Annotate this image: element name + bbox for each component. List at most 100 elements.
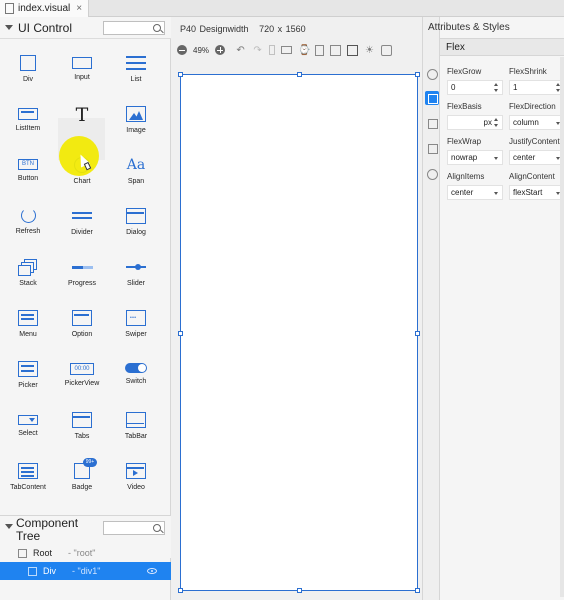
resize-handle[interactable] <box>178 588 183 593</box>
video-icon <box>126 463 146 479</box>
flex-layout-icon[interactable] <box>425 91 439 105</box>
zoom-in-icon[interactable] <box>215 45 226 55</box>
widget-list[interactable]: List <box>111 49 161 99</box>
widget-refresh[interactable]: Refresh <box>3 202 53 252</box>
swiper-icon <box>126 310 146 326</box>
tree-row-div[interactable]: Div - "div1" <box>0 562 171 580</box>
attributes-title: Attributes & Styles <box>428 22 510 33</box>
flexshrink-input[interactable]: 1 <box>509 80 564 95</box>
prop-label: FlexShrink <box>509 67 547 76</box>
widget-stack[interactable]: Stack <box>3 253 53 303</box>
control-search-input[interactable] <box>103 21 165 35</box>
widget-swiper[interactable]: Swiper <box>111 304 161 354</box>
widget-span[interactable]: Aa Span <box>111 151 161 201</box>
canvas-toolbar: 49% ↶ ↷ ⌚ ☀ <box>171 41 436 59</box>
alignitems-select[interactable]: center <box>447 185 503 200</box>
layers-icon[interactable] <box>330 44 342 56</box>
box-model-icon[interactable] <box>425 141 439 155</box>
input-icon <box>72 57 92 69</box>
widget-label: PickerView <box>64 380 100 387</box>
widget-progress[interactable]: Progress <box>57 253 107 303</box>
screenshot-icon[interactable] <box>381 44 393 56</box>
text-icon: T <box>75 104 89 126</box>
widget-label: Chart <box>73 178 91 185</box>
widget-label: Divider <box>71 229 93 236</box>
spinner-icon[interactable] <box>494 118 499 127</box>
widget-badge[interactable]: 99+ Badge <box>57 457 107 507</box>
style-icon[interactable] <box>425 116 439 130</box>
device-canvas[interactable] <box>178 72 420 593</box>
widget-select[interactable]: Select <box>3 406 53 456</box>
widget-option[interactable]: Option <box>57 304 107 354</box>
widget-listitem[interactable]: ListItem <box>3 100 53 150</box>
progress-icon <box>72 259 93 275</box>
widget-divider[interactable]: Divider <box>57 202 107 252</box>
spinner-icon[interactable] <box>494 83 499 92</box>
widget-image[interactable]: Image <box>111 100 161 150</box>
resize-handle[interactable] <box>297 72 302 77</box>
close-tab-icon[interactable]: × <box>76 3 82 14</box>
flexwrap-select[interactable]: nowrap <box>447 150 503 165</box>
visibility-eye-icon[interactable] <box>147 568 157 574</box>
widget-slider[interactable]: Slider <box>111 253 161 303</box>
properties-icon[interactable] <box>425 67 439 81</box>
flexbasis-input[interactable]: px <box>447 115 503 130</box>
aligncontent-select[interactable]: flexStart <box>509 185 564 200</box>
prop-value: column <box>513 118 539 127</box>
resize-handle[interactable] <box>178 331 183 336</box>
ui-control-header[interactable]: UI Control <box>0 17 171 39</box>
flexgrow-input[interactable]: 0 <box>447 80 503 95</box>
widget-div[interactable]: Div <box>3 49 53 99</box>
file-icon <box>5 3 14 14</box>
widget-label: Tabs <box>74 433 90 440</box>
widget-label: Stack <box>19 280 37 287</box>
widget-label: Progress <box>67 280 96 287</box>
file-tab[interactable]: index.visual × <box>0 0 90 17</box>
device-frame-icon[interactable] <box>315 44 325 56</box>
widget-dialog[interactable]: Dialog <box>111 202 161 252</box>
widget-button[interactable]: BTN Button <box>3 151 53 201</box>
tree-row-root[interactable]: Root - "root" <box>0 544 171 562</box>
widget-menu[interactable]: Menu <box>3 304 53 354</box>
undo-icon[interactable]: ↶ <box>235 45 246 56</box>
events-gear-icon[interactable] <box>425 167 439 181</box>
widget-label: Image <box>126 127 146 134</box>
widget-label: TabBar <box>124 433 148 440</box>
prop-flexshrink: FlexShrink 1 <box>509 66 564 95</box>
tree-search-input[interactable] <box>103 521 165 535</box>
prop-value: center <box>513 153 536 162</box>
resize-handle[interactable] <box>178 72 183 77</box>
flexdirection-select[interactable]: column <box>509 115 564 130</box>
widget-tabbar[interactable]: TabBar <box>111 406 161 456</box>
widget-tabcontent[interactable]: TabContent <box>3 457 53 507</box>
attributes-scrollbar[interactable] <box>560 57 564 597</box>
resize-handle[interactable] <box>415 72 420 77</box>
prop-value: 0 <box>451 83 456 92</box>
divider-icon <box>72 208 92 224</box>
resize-handle[interactable] <box>415 331 420 336</box>
flex-section-header[interactable]: Flex <box>440 38 564 56</box>
widget-video[interactable]: Video <box>111 457 161 507</box>
prop-aligncontent: AlignContent flexStart <box>509 171 564 200</box>
widget-switch[interactable]: Switch <box>111 355 161 405</box>
tree-node-name: Div <box>43 566 56 576</box>
collapse-caret-icon[interactable] <box>5 25 13 30</box>
tablet-icon[interactable] <box>281 46 293 54</box>
fullscreen-icon[interactable] <box>347 44 359 56</box>
collapse-caret-icon[interactable] <box>5 524 13 529</box>
widget-picker[interactable]: Picker <box>3 355 53 405</box>
widget-pickerview[interactable]: 00:00 PickerView <box>57 355 107 405</box>
redo-icon[interactable]: ↷ <box>252 45 263 56</box>
justifycontent-select[interactable]: center <box>509 150 564 165</box>
theme-sun-icon[interactable]: ☀ <box>364 45 375 56</box>
watch-icon[interactable]: ⌚ <box>298 45 310 56</box>
widget-label: Slider <box>127 280 145 287</box>
phone-icon[interactable] <box>269 45 276 55</box>
tree-node-name: Root <box>33 548 53 558</box>
resize-handle[interactable] <box>297 588 302 593</box>
widget-input[interactable]: Input <box>57 49 107 99</box>
zoom-out-icon[interactable] <box>177 45 187 55</box>
resize-handle[interactable] <box>415 588 420 593</box>
widget-tabs[interactable]: Tabs <box>57 406 107 456</box>
prop-value: flexStart <box>513 188 543 197</box>
